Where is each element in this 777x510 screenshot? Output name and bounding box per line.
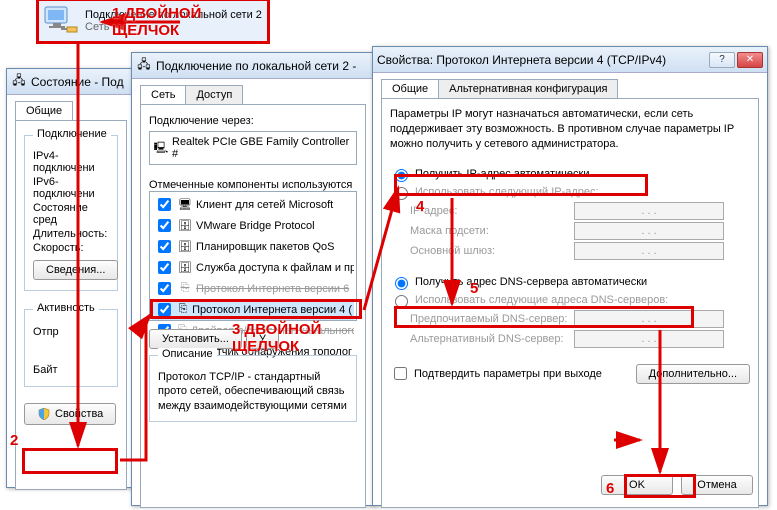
help-button[interactable]: ?	[709, 52, 735, 68]
uac-shield-icon	[37, 407, 51, 421]
service-icon: 🗄	[178, 261, 192, 275]
dns-pref-field: . . .	[574, 310, 724, 328]
description-text: Протокол TCP/IP - стандартный прото сете…	[158, 370, 348, 413]
component-checkbox[interactable]	[158, 261, 171, 274]
components-list[interactable]: 🖥Клиент для сетей Microsoft 🗄VMware Brid…	[149, 191, 357, 321]
radio-ip-auto-label: Получить IP-адрес автоматически	[415, 168, 589, 180]
radio-dns-manual-label: Использовать следующие адреса DNS-сервер…	[415, 294, 668, 306]
radio-dns-auto[interactable]	[395, 277, 408, 290]
window-ipv4-properties: Свойства: Протокол Интернета версии 4 (T…	[372, 46, 768, 506]
component-checkbox[interactable]	[158, 303, 171, 316]
protocol-icon: ⎘	[178, 303, 188, 317]
client-icon: 🖥	[178, 198, 192, 212]
dns-alt-field: . . .	[574, 330, 724, 348]
adapter-name-field: Realtek PCIe GBE Family Controller #	[172, 136, 352, 160]
nic-icon: 🖳	[154, 141, 168, 155]
list-item[interactable]: ⎘Протокол Интернета версии 6	[152, 278, 354, 299]
tab-general-3[interactable]: Общие	[381, 79, 439, 98]
group-connection-label: Подключение	[33, 128, 111, 140]
ip-address-field: . . .	[574, 202, 724, 220]
properties-button[interactable]: Свойства	[24, 403, 116, 425]
tab-access[interactable]: Доступ	[185, 85, 243, 104]
title-conn: Подключение по локальной сети 2 -	[156, 59, 356, 73]
intro-text: Параметры IP могут назначаться автоматич…	[390, 107, 750, 152]
network-adapter-item[interactable]: Подключение по локальной сети 2 Сеть	[38, 0, 268, 42]
advanced-button[interactable]: Дополнительно...	[636, 364, 750, 384]
sent-label: Отпр	[33, 326, 109, 338]
tab-alt-config[interactable]: Альтернативная конфигурация	[438, 79, 618, 98]
service-icon: 🗄	[178, 240, 192, 254]
titlebar-status[interactable]: 🖧 Состояние - Под	[7, 69, 135, 95]
radio-ip-auto[interactable]	[395, 169, 408, 182]
component-checkbox[interactable]	[158, 198, 171, 211]
title-ipv4: Свойства: Протокол Интернета версии 4 (T…	[377, 53, 709, 67]
dns-alt-label: Альтернативный DNS-сервер:	[410, 333, 570, 345]
list-item[interactable]: 🗄Служба доступа к файлам и при	[152, 257, 354, 278]
connect-via-label: Подключение через:	[149, 115, 357, 127]
titlebar-ipv4[interactable]: Свойства: Протокол Интернета версии 4 (T…	[373, 47, 767, 73]
validate-label: Подтвердить параметры при выходе	[414, 368, 602, 380]
dns-pref-label: Предпочитаемый DNS-сервер:	[410, 313, 570, 325]
ok-button[interactable]: OK	[601, 475, 673, 495]
titlebar-conn[interactable]: 🖧 Подключение по локальной сети 2 -	[132, 53, 374, 79]
protocol-icon: ⎘	[178, 282, 192, 296]
ip-address-label: IP-адрес:	[410, 205, 570, 217]
close-button[interactable]: ✕	[737, 52, 763, 68]
bytes-label: Байт	[33, 364, 109, 376]
mask-label: Маска подсети:	[410, 225, 570, 237]
window-status: 🖧 Состояние - Под Общие Подключение IPv4…	[6, 68, 136, 488]
list-item[interactable]: 🖥Клиент для сетей Microsoft	[152, 194, 354, 215]
list-item-ipv4[interactable]: ⎘Протокол Интернета версии 4 (	[152, 299, 354, 320]
gateway-label: Основной шлюз:	[410, 245, 570, 257]
adapter-subtitle: Сеть	[85, 21, 262, 33]
component-checkbox[interactable]	[158, 282, 171, 295]
ipv4-row: IPv4-подключени	[33, 150, 109, 174]
cancel-button[interactable]: Отмена	[681, 475, 753, 495]
tab-general-1[interactable]: Общие	[15, 101, 73, 120]
media-row: Состояние сред	[33, 202, 109, 226]
component-checkbox[interactable]	[158, 219, 171, 232]
group-description-label: Описание	[158, 348, 217, 360]
list-item[interactable]: 🗄Планировщик пакетов QoS	[152, 236, 354, 257]
ipv6-row: IPv6-подключени	[33, 176, 109, 200]
component-checkbox[interactable]	[158, 240, 171, 253]
network-icon: 🖧	[136, 58, 152, 74]
gateway-field: . . .	[574, 242, 724, 260]
radio-dns-manual[interactable]	[395, 295, 408, 308]
speed-row: Скорость:	[33, 242, 109, 254]
duration-row: Длительность:	[33, 228, 109, 240]
network-icon: 🖧	[11, 74, 27, 90]
components-label: Отмеченные компоненты используются	[149, 179, 357, 191]
service-icon: 🗄	[178, 219, 192, 233]
title-status: Состояние - Под	[31, 75, 124, 89]
details-button[interactable]: Сведения...	[33, 260, 118, 280]
list-item[interactable]: 🗄VMware Bridge Protocol	[152, 215, 354, 236]
mask-field: . . .	[574, 222, 724, 240]
uninstall-button[interactable]: У	[246, 329, 279, 349]
tab-network[interactable]: Сеть	[140, 85, 186, 104]
radio-dns-auto-label: Получить адрес DNS-сервера автоматически	[415, 276, 647, 288]
window-connection-properties: 🖧 Подключение по локальной сети 2 - Сеть…	[131, 52, 375, 506]
validate-checkbox[interactable]	[394, 367, 407, 380]
adapter-name: Подключение по локальной сети 2	[85, 9, 262, 21]
group-activity-label: Активность	[33, 302, 99, 314]
install-button[interactable]: Установить...	[149, 329, 242, 349]
radio-ip-manual-label: Использовать следующий IP-адрес:	[415, 186, 599, 198]
radio-ip-manual[interactable]	[395, 187, 408, 200]
network-adapter-icon	[41, 3, 81, 39]
